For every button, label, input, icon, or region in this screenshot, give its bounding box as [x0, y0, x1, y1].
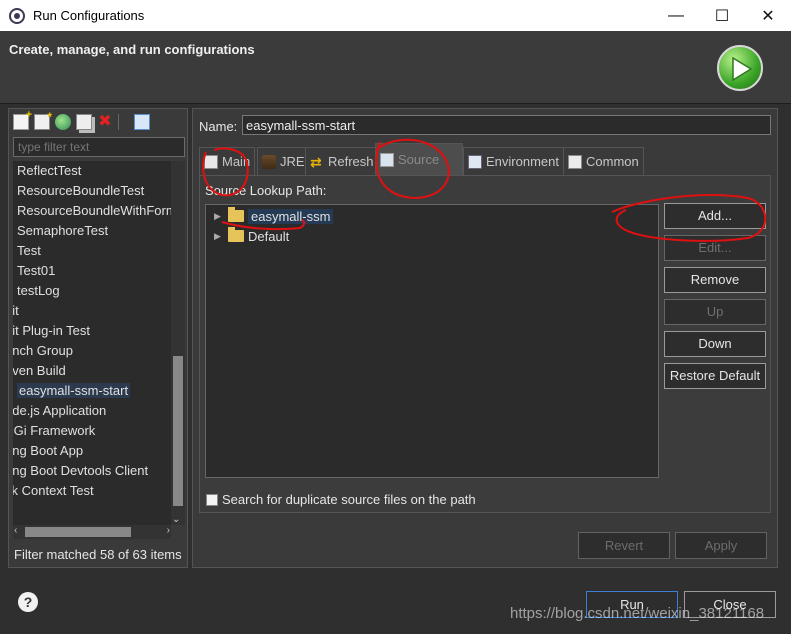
- header-separator: [0, 103, 791, 104]
- tab-environment[interactable]: Environment: [463, 147, 564, 175]
- restore-default-button[interactable]: Restore Default: [664, 363, 766, 389]
- configuration-list-panel: ✖ ReflectTest ResourceBoundleTest Resour…: [8, 108, 188, 568]
- tree-item-selected[interactable]: easymall-ssm-start: [13, 381, 171, 401]
- remove-button[interactable]: Remove: [664, 267, 766, 293]
- source-icon: [380, 152, 394, 167]
- tree-horizontal-scrollbar[interactable]: ‹ ›: [13, 525, 171, 539]
- apply-button[interactable]: Apply: [675, 532, 767, 559]
- project-folder-icon: [228, 207, 244, 222]
- down-button[interactable]: Down: [664, 331, 766, 357]
- common-icon: [568, 154, 582, 169]
- lookup-entry[interactable]: ▶ easymall-ssm: [214, 207, 334, 225]
- tree-item[interactable]: SGi Framework: [13, 421, 171, 441]
- title-bar: Run Configurations — ☐ ✕: [0, 0, 791, 31]
- source-tab-content: Source Lookup Path: ▶ easymall-ssm ▶ Def…: [199, 175, 771, 513]
- refresh-icon: ⇄: [310, 153, 322, 170]
- main-tab-icon: [204, 154, 218, 169]
- revert-button[interactable]: Revert: [578, 532, 670, 559]
- tree-item[interactable]: sk Context Test: [13, 481, 171, 501]
- maximize-button[interactable]: ☐: [699, 0, 745, 31]
- minimize-button[interactable]: —: [653, 0, 699, 31]
- export-icon[interactable]: [55, 114, 71, 130]
- tab-main[interactable]: Main: [199, 147, 256, 175]
- up-button[interactable]: Up: [664, 299, 766, 325]
- tree-item[interactable]: unch Group: [13, 341, 171, 361]
- tree-item[interactable]: nit Plug-in Test: [13, 321, 171, 341]
- tree-item[interactable]: ring Boot App: [13, 441, 171, 461]
- tab-common[interactable]: Common: [563, 147, 644, 175]
- configuration-editor: Name: Main JRE ⇄ Refresh Source Environm…: [192, 108, 778, 568]
- tab-source[interactable]: Source: [375, 143, 463, 175]
- tree-item[interactable]: testLog: [13, 281, 171, 301]
- environment-icon: [468, 154, 482, 169]
- name-field[interactable]: [242, 115, 771, 135]
- close-window-button[interactable]: ✕: [745, 0, 791, 31]
- tree-item[interactable]: ResourceBoundleWithFormat: [13, 201, 171, 221]
- tab-refresh[interactable]: ⇄ Refresh: [305, 147, 379, 175]
- configuration-tree: ReflectTest ResourceBoundleTest Resource…: [13, 161, 171, 525]
- list-toolbar: ✖: [13, 109, 150, 133]
- watermark: https://blog.csdn.net/weixin_38121168: [510, 605, 765, 622]
- filter-input[interactable]: [13, 137, 185, 157]
- tree-item[interactable]: ReflectTest: [13, 161, 171, 181]
- chevron-right-icon[interactable]: ▶: [214, 231, 224, 242]
- tree-item[interactable]: ode.js Application: [13, 401, 171, 421]
- dialog-heading: Create, manage, and run configurations: [9, 42, 255, 57]
- edit-button[interactable]: Edit...: [664, 235, 766, 261]
- toolbar-divider: [118, 114, 119, 130]
- tree-item[interactable]: Test: [13, 241, 171, 261]
- filter-status: Filter matched 58 of 63 items: [14, 547, 182, 562]
- tree-item[interactable]: Test01: [13, 261, 171, 281]
- duplicate-search-option[interactable]: Search for duplicate source files on the…: [206, 492, 476, 507]
- collapse-all-icon[interactable]: [134, 114, 150, 130]
- name-label: Name:: [199, 119, 238, 134]
- jre-icon: [262, 154, 276, 169]
- tree-item[interactable]: SemaphoreTest: [13, 221, 171, 241]
- source-lookup-tree: ▶ easymall-ssm ▶ Default: [205, 204, 659, 478]
- window-title: Run Configurations: [33, 8, 145, 23]
- help-icon[interactable]: ?: [18, 592, 38, 612]
- chevron-left-icon[interactable]: ‹: [14, 525, 17, 536]
- dialog-header: Create, manage, and run configurations: [0, 31, 791, 103]
- tab-strip: Main JRE ⇄ Refresh Source Environment Co…: [199, 143, 771, 175]
- add-button[interactable]: Add...: [664, 203, 766, 229]
- tree-item[interactable]: aven Build: [13, 361, 171, 381]
- source-lookup-label: Source Lookup Path:: [205, 183, 327, 198]
- tree-item[interactable]: ring Boot Devtools Client: [13, 461, 171, 481]
- tab-jre[interactable]: JRE: [257, 147, 310, 175]
- run-banner-icon: [717, 45, 763, 91]
- chevron-right-icon[interactable]: ›: [167, 525, 170, 536]
- folder-icon: [228, 227, 244, 242]
- scrollbar-thumb[interactable]: [173, 356, 183, 506]
- duplicate-search-label: Search for duplicate source files on the…: [222, 492, 476, 507]
- delete-icon[interactable]: ✖: [97, 114, 113, 130]
- chevron-down-icon[interactable]: ⌄: [172, 514, 180, 525]
- new-configuration-icon[interactable]: [13, 109, 32, 130]
- window-controls: — ☐ ✕: [653, 0, 791, 31]
- new-prototype-icon[interactable]: [34, 110, 52, 130]
- chevron-right-icon[interactable]: ▶: [214, 211, 224, 222]
- duplicate-icon[interactable]: [76, 114, 92, 130]
- tree-item[interactable]: ResourceBoundleTest: [13, 181, 171, 201]
- tree-item[interactable]: nit: [13, 301, 171, 321]
- tree-vertical-scrollbar[interactable]: ⌄: [171, 161, 185, 525]
- eclipse-icon: [9, 7, 25, 24]
- duplicate-search-checkbox[interactable]: [206, 493, 218, 506]
- tree-item[interactable]: L: [13, 501, 171, 521]
- lookup-entry[interactable]: ▶ Default: [214, 227, 289, 245]
- scrollbar-thumb[interactable]: [25, 527, 131, 537]
